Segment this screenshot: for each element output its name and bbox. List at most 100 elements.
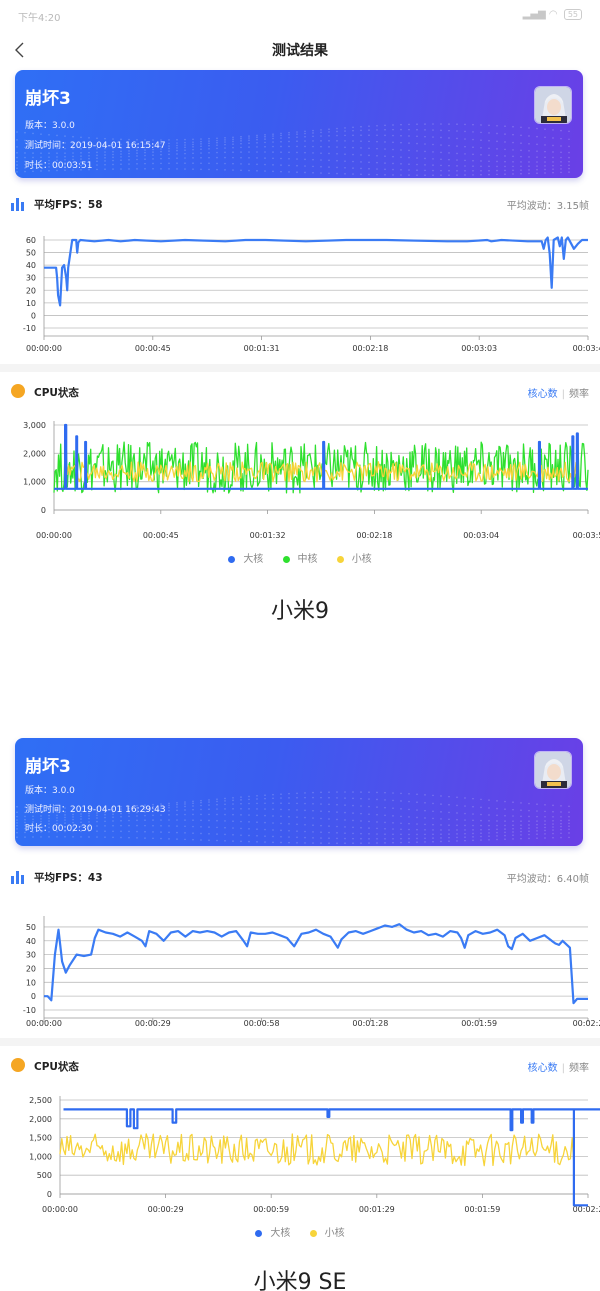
wave-dot (344, 146, 346, 149)
wave-dot (160, 831, 162, 833)
wave-dot (136, 168, 138, 170)
wave-dot (144, 162, 146, 165)
wave-dot (16, 156, 18, 159)
wave-dot (128, 815, 130, 818)
wave-dot (440, 164, 442, 167)
wave-dot (264, 821, 266, 824)
wave-dot (456, 804, 458, 807)
wave-dot (336, 797, 338, 799)
wave-dot (304, 830, 306, 833)
wave-dot (368, 161, 370, 164)
wave-dot (224, 839, 226, 842)
legend-little-core[interactable]: 小核 (336, 550, 372, 565)
legend-big-core[interactable]: 大核 (228, 550, 263, 565)
wave-dot (232, 156, 234, 159)
wave-dot (368, 129, 370, 131)
wave-dot (224, 803, 226, 806)
wave-dot (368, 837, 370, 840)
tab-frequency[interactable]: 频率 (569, 1063, 589, 1074)
wave-dot (296, 164, 298, 167)
tab-core-count[interactable]: 核心数 (528, 1063, 558, 1074)
wave-dot (360, 147, 362, 149)
wave-dot (264, 138, 266, 140)
game-avatar-icon[interactable] (534, 86, 572, 124)
wave-dot (256, 151, 258, 153)
wave-dot (120, 830, 122, 833)
wave-dot (328, 146, 330, 148)
legend-mid-core[interactable]: 中核 (282, 550, 318, 565)
wave-dot (352, 804, 354, 807)
wave-dot (136, 815, 138, 817)
wave-dot (232, 803, 234, 805)
wave-dot (480, 832, 482, 835)
wave-dot (328, 134, 330, 137)
legend-big-core[interactable]: 大核 (255, 1224, 290, 1239)
wave-dot (200, 819, 202, 822)
tab-core-count[interactable]: 核心数 (528, 389, 558, 400)
wave-dot (488, 828, 490, 831)
wave-dot (544, 172, 546, 174)
wave-dot (176, 819, 178, 821)
wave-dot (208, 839, 210, 842)
wave-dot (256, 146, 258, 148)
wave-dot (96, 825, 98, 827)
wave-dot (384, 128, 386, 131)
wave-dot (520, 837, 522, 840)
wave-dot (328, 128, 330, 130)
wave-dot (448, 158, 450, 161)
wave-dot (464, 832, 466, 835)
wave-dot (88, 154, 90, 157)
wave-dot (224, 162, 226, 165)
wave-dot (248, 827, 250, 830)
wave-dot (240, 169, 242, 172)
wave-dot (560, 171, 562, 174)
wave-dot (296, 136, 298, 138)
wave-dot (392, 833, 394, 836)
wave-dot (544, 144, 546, 146)
wave-dot (512, 820, 514, 822)
wave-dot (528, 127, 530, 129)
wave-dot (464, 824, 466, 827)
wave-dot (296, 792, 298, 795)
report-xiaomi9se: 崩坏3 版本：3.0.0 测试时间：2019-04-01 16:29:43 时长… (0, 738, 600, 1291)
wave-dot (480, 806, 482, 809)
wave-dot (280, 134, 282, 137)
wave-dot (400, 174, 402, 176)
wave-dot (160, 162, 162, 165)
tab-frequency[interactable]: 频率 (569, 389, 589, 400)
wave-dot (248, 156, 250, 159)
wave-dot (64, 152, 66, 154)
wave-dot (328, 140, 330, 142)
y-tick-label: 0 (47, 1190, 52, 1199)
section-divider (0, 364, 600, 372)
wave-dot (184, 832, 186, 834)
wave-dot (520, 126, 522, 129)
wave-dot (272, 157, 274, 160)
wave-dot (240, 802, 242, 805)
wave-dot (440, 174, 442, 176)
wave-dot (352, 797, 354, 800)
wave-dot (480, 169, 482, 172)
wave-dot (432, 174, 434, 176)
legend-little-core[interactable]: 小核 (309, 1224, 345, 1239)
wave-dot (552, 836, 554, 839)
wave-dot (336, 166, 338, 169)
wave-dot (280, 137, 282, 139)
wave-dot (432, 794, 434, 797)
wave-dot (304, 796, 306, 799)
wave-dot (176, 831, 178, 834)
wave-dot (104, 836, 106, 838)
wave-dot (528, 830, 530, 833)
wave-dot (488, 139, 490, 142)
wave-dot (376, 833, 378, 835)
wave-dot (440, 169, 442, 172)
game-avatar-icon[interactable] (534, 751, 572, 789)
wave-dot (344, 127, 346, 129)
wave-dot (488, 799, 490, 801)
wave-dot (248, 139, 250, 142)
wave-dot (472, 819, 474, 822)
wave-dot (192, 145, 194, 148)
wave-dot (200, 825, 202, 828)
wave-dot (288, 823, 290, 825)
wave-dot (96, 168, 98, 171)
